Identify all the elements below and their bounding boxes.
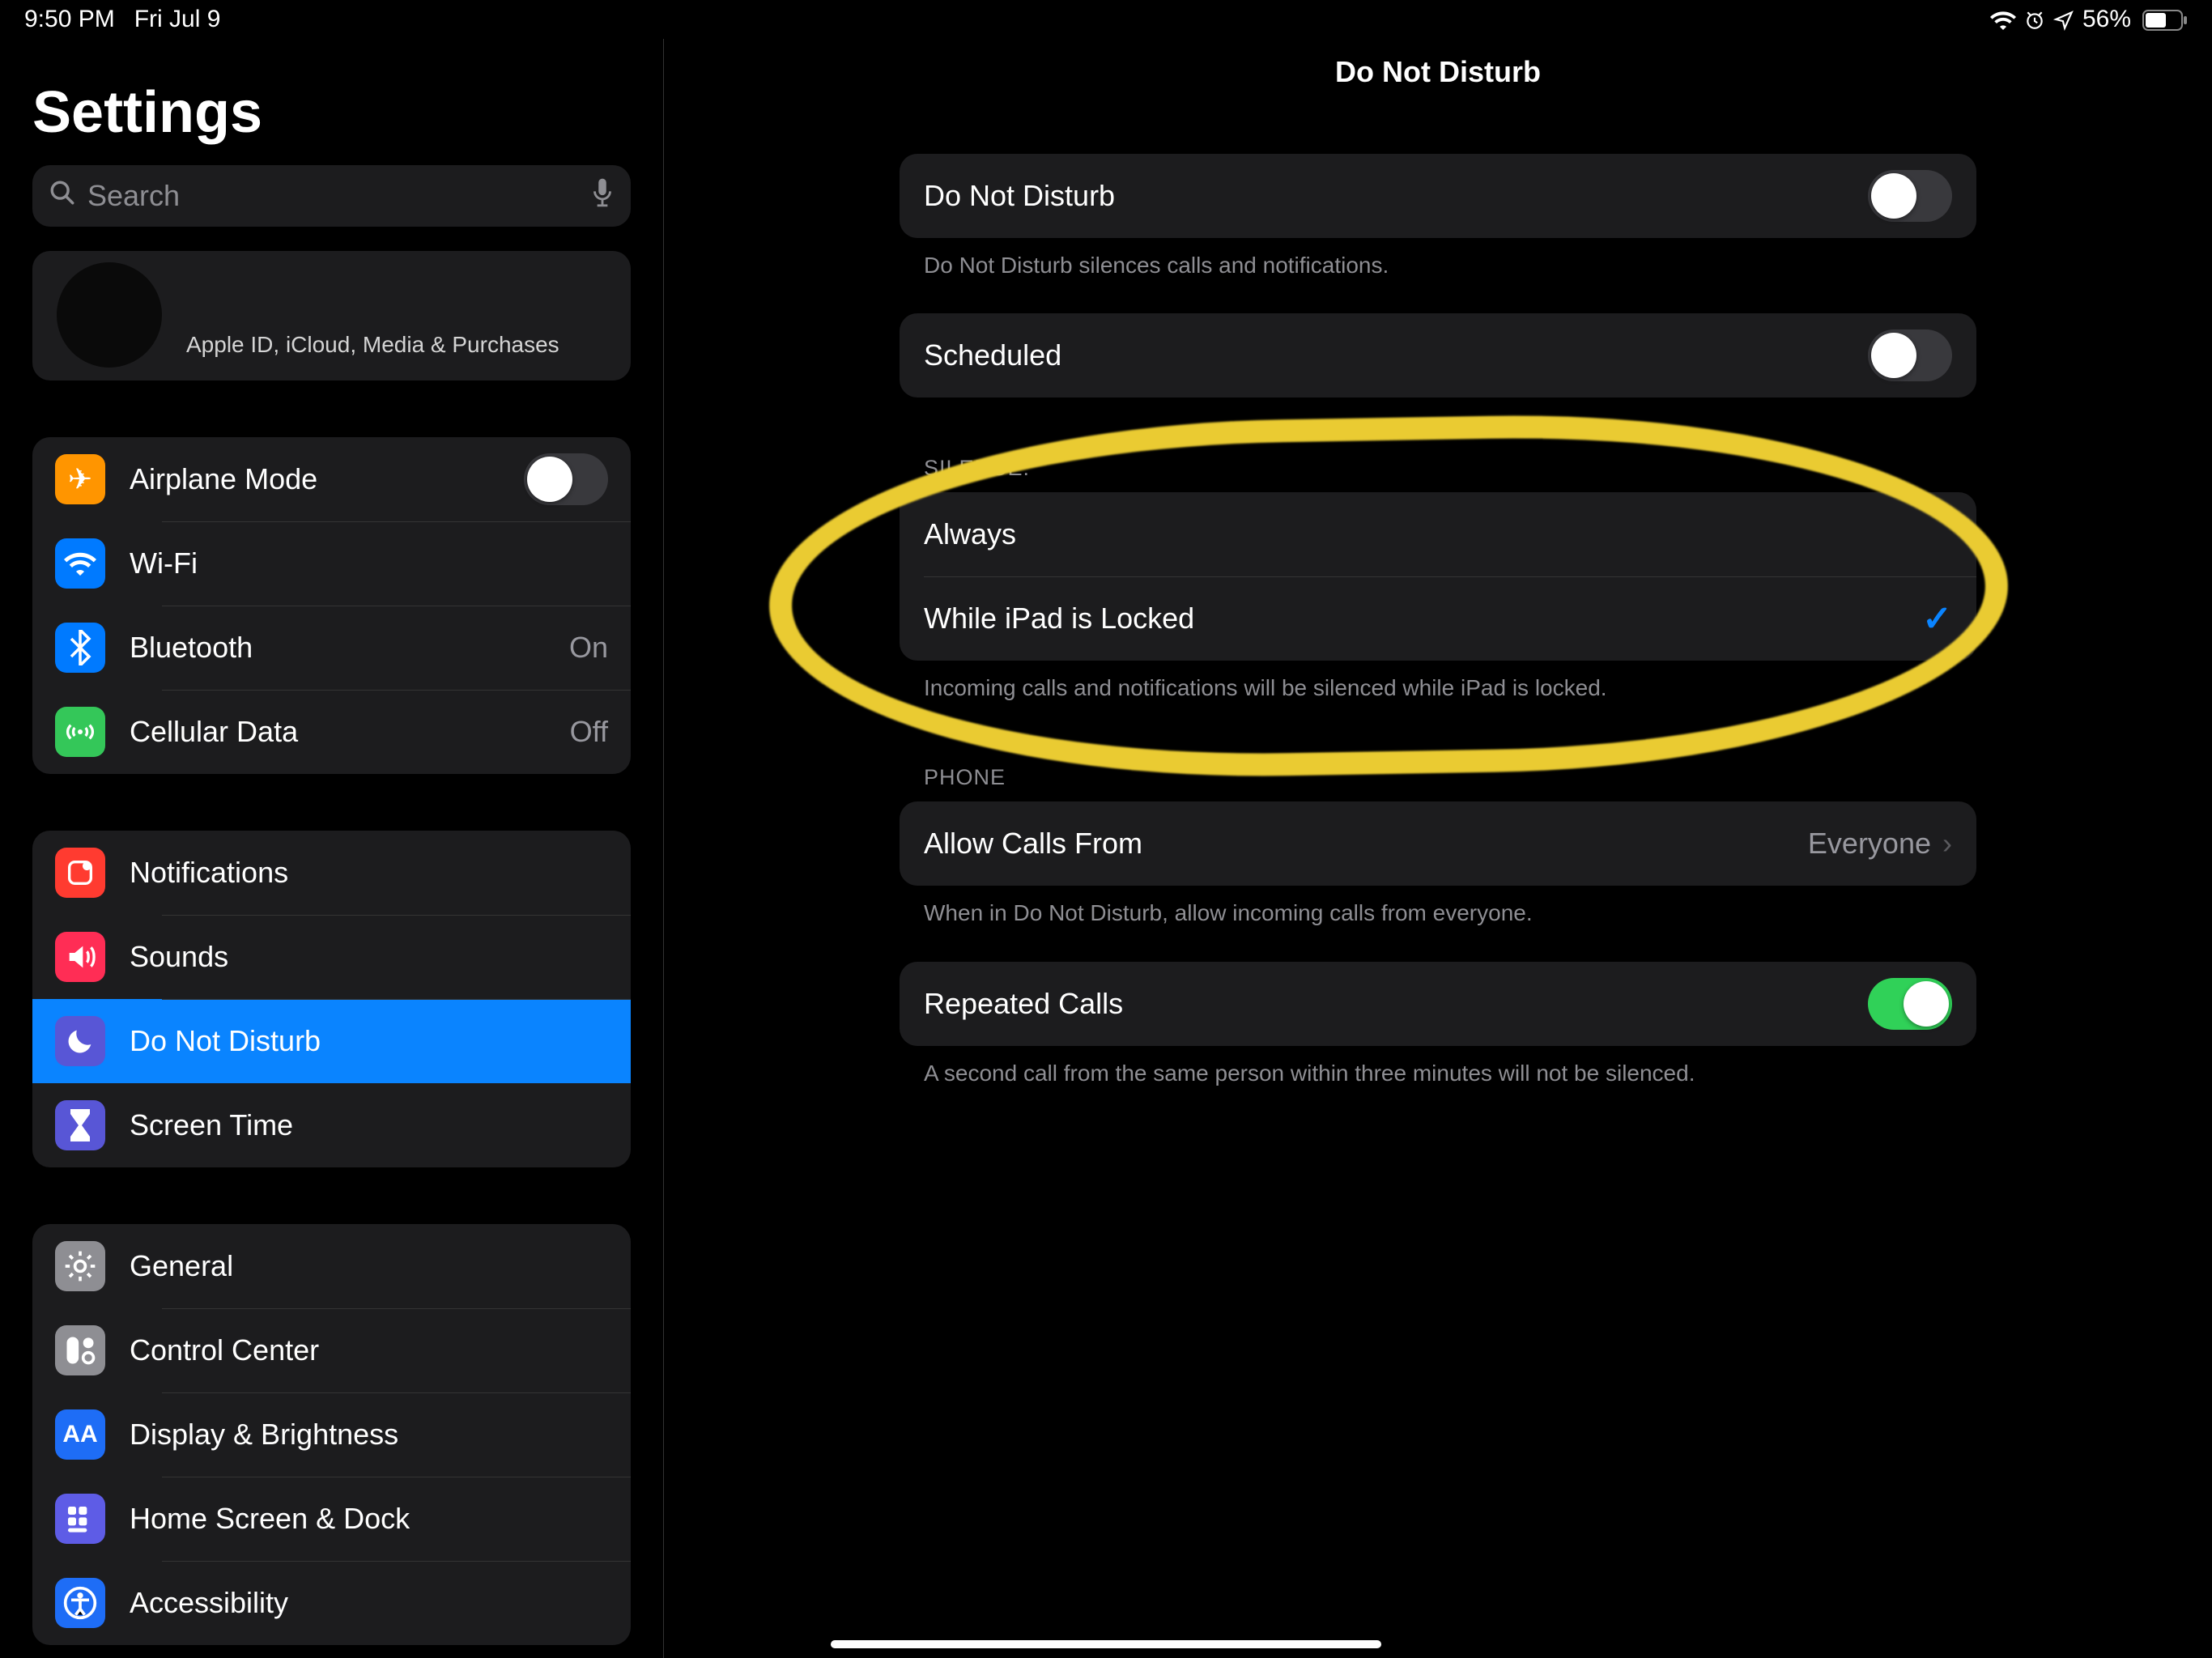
avatar [57, 262, 162, 368]
sidebar-group-attention: Notifications Sounds Do Not Disturb Scre… [32, 831, 631, 1167]
detail-panel: Do Not Disturb Do Not Disturb Do Not Dis… [664, 39, 2212, 1658]
sidebar-item-wifi[interactable]: Wi-Fi [32, 521, 631, 606]
sidebar-item-accessibility[interactable]: Accessibility [32, 1561, 631, 1645]
apple-id-subtitle: Apple ID, iCloud, Media & Purchases [186, 332, 559, 361]
airplane-switch[interactable] [524, 453, 608, 505]
section-footer: Do Not Disturb silences calls and notifi… [900, 238, 1976, 281]
sidebar-item-value: Off [570, 715, 608, 749]
allow-calls-row[interactable]: Allow Calls From Everyone › [900, 801, 1976, 886]
repeated-switch[interactable] [1868, 978, 1952, 1030]
search-placeholder: Search [87, 179, 590, 213]
airplane-icon: ✈︎ [55, 454, 105, 504]
sidebar-item-label: Accessibility [130, 1586, 608, 1620]
sidebar-item-home-screen[interactable]: Home Screen & Dock [32, 1477, 631, 1561]
dnd-switch[interactable] [1868, 170, 1952, 222]
dictate-icon[interactable] [590, 177, 615, 215]
row-label: While iPad is Locked [924, 602, 1922, 636]
row-label: Repeated Calls [924, 987, 1868, 1021]
sidebar-group-connectivity: ✈︎ Airplane Mode Wi-Fi Bluetooth On [32, 437, 631, 774]
sidebar-item-control-center[interactable]: Control Center [32, 1308, 631, 1392]
sidebar-item-sounds[interactable]: Sounds [32, 915, 631, 999]
gear-icon [55, 1241, 105, 1291]
sidebar-item-label: Control Center [130, 1333, 608, 1367]
sidebar-item-value: On [569, 631, 608, 665]
sidebar-item-label: Airplane Mode [130, 462, 524, 496]
accessibility-icon [55, 1578, 105, 1628]
sidebar-item-label: Bluetooth [130, 631, 569, 665]
scheduled-row[interactable]: Scheduled [900, 313, 1976, 397]
moon-icon [55, 1016, 105, 1066]
repeated-calls-row[interactable]: Repeated Calls [900, 962, 1976, 1046]
checkmark-icon: ✓ [1922, 598, 1952, 640]
sidebar-item-label: Wi-Fi [130, 546, 608, 580]
apple-id-row[interactable]: Apple ID, iCloud, Media & Purchases [32, 251, 631, 380]
sidebar-item-notifications[interactable]: Notifications [32, 831, 631, 915]
row-label: Always [924, 517, 1952, 551]
detail-title: Do Not Disturb [664, 55, 2212, 89]
silence-locked-row[interactable]: While iPad is Locked ✓ [900, 576, 1976, 661]
search-input[interactable]: Search [32, 165, 631, 227]
settings-sidebar: Settings Search Apple ID, iCloud, Media … [0, 39, 664, 1658]
row-label: Do Not Disturb [924, 179, 1868, 213]
sidebar-item-label: Sounds [130, 940, 608, 974]
section-footer: When in Do Not Disturb, allow incoming c… [900, 886, 1976, 929]
notifications-icon [55, 848, 105, 898]
sounds-icon [55, 932, 105, 982]
row-label: Allow Calls From [924, 827, 1808, 861]
sidebar-item-bluetooth[interactable]: Bluetooth On [32, 606, 631, 690]
cellular-icon [55, 707, 105, 757]
home-screen-icon [55, 1494, 105, 1544]
silence-always-row[interactable]: Always [900, 492, 1976, 576]
sidebar-item-label: Do Not Disturb [130, 1024, 608, 1058]
row-label: Scheduled [924, 338, 1868, 372]
sidebar-item-display[interactable]: AA Display & Brightness [32, 1392, 631, 1477]
sidebar-item-cellular[interactable]: Cellular Data Off [32, 690, 631, 774]
bluetooth-icon [55, 623, 105, 673]
sidebar-item-label: Screen Time [130, 1108, 608, 1142]
sidebar-item-general[interactable]: General [32, 1224, 631, 1308]
scheduled-switch[interactable] [1868, 329, 1952, 381]
section-header: PHONE [900, 765, 1976, 801]
sidebar-item-label: Home Screen & Dock [130, 1502, 608, 1536]
wifi-icon [55, 538, 105, 589]
section-footer: Incoming calls and notifications will be… [900, 661, 1976, 704]
hourglass-icon [55, 1100, 105, 1150]
home-indicator[interactable] [831, 1640, 1381, 1648]
dnd-toggle-row[interactable]: Do Not Disturb [900, 154, 1976, 238]
sidebar-item-label: Notifications [130, 856, 608, 890]
sidebar-item-airplane[interactable]: ✈︎ Airplane Mode [32, 437, 631, 521]
control-center-icon [55, 1325, 105, 1375]
chevron-right-icon: › [1942, 827, 1952, 861]
sidebar-item-label: Cellular Data [130, 715, 570, 749]
section-header: SILENCE: [900, 456, 1976, 492]
sidebar-item-label: General [130, 1249, 608, 1283]
page-title: Settings [32, 79, 631, 146]
search-icon [49, 179, 76, 214]
sidebar-item-dnd[interactable]: Do Not Disturb [32, 999, 631, 1083]
sidebar-item-screentime[interactable]: Screen Time [32, 1083, 631, 1167]
row-value: Everyone [1808, 827, 1931, 861]
section-footer: A second call from the same person withi… [900, 1046, 1976, 1089]
display-icon: AA [55, 1409, 105, 1460]
sidebar-group-general: General Control Center AA Display & Brig… [32, 1224, 631, 1645]
sidebar-item-label: Display & Brightness [130, 1418, 608, 1452]
